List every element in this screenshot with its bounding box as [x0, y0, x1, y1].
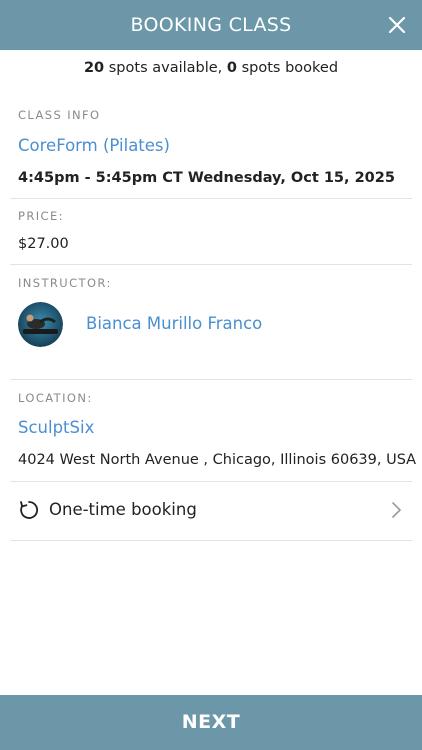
price-label: PRICE:: [18, 209, 64, 223]
class-name-link[interactable]: CoreForm (Pilates): [18, 136, 170, 155]
location-name-link[interactable]: SculptSix: [18, 418, 94, 437]
divider: [10, 379, 412, 380]
spots-booked-count: 0: [226, 60, 237, 76]
spots-available-count: 20: [83, 60, 105, 76]
close-icon[interactable]: [382, 10, 412, 40]
booking-type-label: One-time booking: [49, 500, 197, 519]
instructor-name-link[interactable]: Bianca Murillo Franco: [86, 314, 262, 333]
divider: [10, 540, 412, 541]
spots-available-text: spots available,: [108, 60, 223, 76]
avatar[interactable]: [18, 302, 63, 347]
divider: [10, 264, 412, 265]
refresh-icon: [20, 501, 38, 519]
class-info-label: CLASS INFO: [18, 108, 101, 122]
booking-type-row[interactable]: One-time booking: [10, 482, 412, 540]
spots-summary: 20 spots available, 0 spots booked: [0, 60, 422, 76]
class-schedule: 4:45pm - 5:45pm CT Wednesday, Oct 15, 20…: [18, 170, 395, 186]
page-title: BOOKING CLASS: [130, 14, 292, 36]
location-label: LOCATION:: [18, 391, 93, 405]
chevron-right-icon: [392, 502, 401, 518]
price-value: $27.00: [18, 236, 69, 252]
instructor-label: INSTRUCTOR:: [18, 276, 112, 290]
close-button[interactable]: [382, 10, 412, 40]
location-address: 4024 West North Avenue , Chicago, Illino…: [18, 452, 417, 468]
header-bar: BOOKING CLASS: [0, 0, 422, 50]
next-button-label: NEXT: [181, 711, 241, 733]
spots-booked-text: spots booked: [241, 60, 339, 76]
divider: [10, 198, 412, 199]
next-button[interactable]: NEXT: [0, 695, 422, 750]
